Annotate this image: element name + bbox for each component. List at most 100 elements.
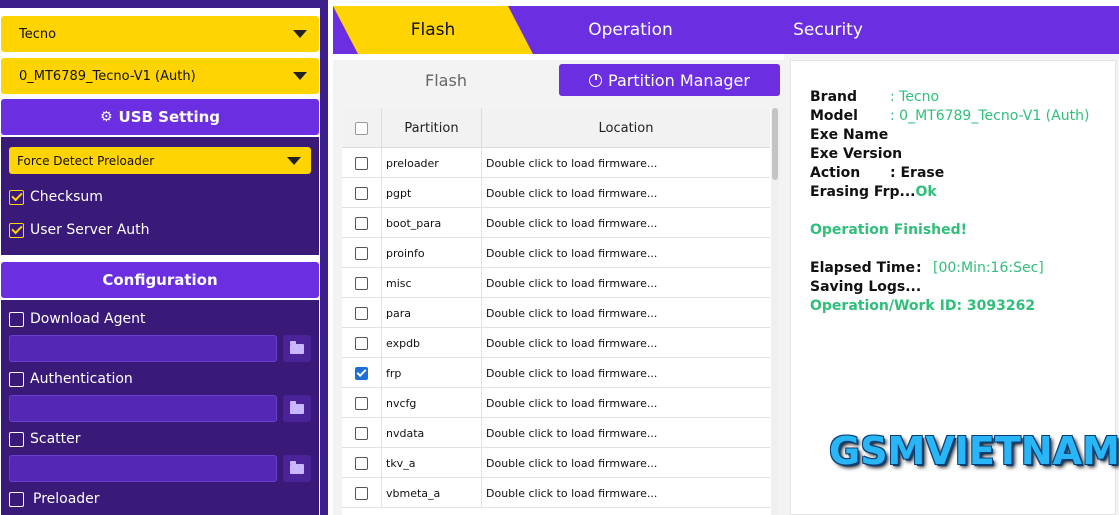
log-model-key: Model [810, 108, 858, 124]
location-cell[interactable]: Double click to load firmware... [482, 358, 770, 388]
log-elapsed-value: [00:Min:16:Sec] [933, 260, 1044, 276]
partition-name-cell: pgpt [382, 178, 482, 208]
model-select[interactable]: 0_MT6789_Tecno-V1 (Auth) [1, 58, 319, 94]
table-row[interactable]: frp Double click to load firmware... [342, 358, 770, 388]
partition-name-cell: para [382, 298, 482, 328]
brand-select[interactable]: Tecno [1, 16, 319, 52]
table-row[interactable]: nvcfg Double click to load firmware... [342, 388, 770, 418]
scatter-option[interactable]: Scatter [9, 431, 81, 447]
row-checkbox[interactable] [355, 276, 368, 290]
table-header: Partition Location [342, 108, 770, 148]
location-cell[interactable]: Double click to load firmware... [482, 328, 770, 358]
configuration-header: Configuration [1, 262, 319, 298]
scatter-path-input[interactable] [9, 455, 277, 482]
table-row[interactable]: expdb Double click to load firmware... [342, 328, 770, 358]
column-header-partition-label: Partition [404, 120, 459, 136]
row-select-cell [342, 448, 382, 478]
tab-security[interactable]: Security [743, 6, 913, 54]
partition-name-cell: proinfo [382, 238, 482, 268]
log-elapsed-separator: : [916, 260, 922, 276]
preloader-checkbox[interactable] [9, 491, 24, 507]
subtab-flash[interactable]: Flash [333, 64, 559, 96]
row-checkbox[interactable] [355, 486, 368, 500]
log-brand-value: : Tecno [890, 89, 940, 105]
table-row[interactable]: pgpt Double click to load firmware... [342, 178, 770, 208]
row-select-cell [342, 208, 382, 238]
column-header-partition[interactable]: Partition [382, 108, 482, 148]
detect-mode-select[interactable]: Force Detect Preloader [9, 147, 311, 174]
subtab-partition-manager[interactable]: Partition Manager [559, 64, 780, 96]
log-model-value: : 0_MT6789_Tecno-V1 (Auth) [890, 108, 1090, 124]
tab-operation-label: Operation [588, 20, 673, 40]
preloader-option[interactable]: Preloader [9, 491, 100, 507]
row-checkbox[interactable] [355, 426, 368, 440]
chevron-down-icon [293, 30, 307, 38]
table-row[interactable]: misc Double click to load firmware... [342, 268, 770, 298]
vertical-scrollbar[interactable] [771, 108, 779, 515]
partition-name-cell: tkv_a [382, 448, 482, 478]
row-checkbox[interactable] [355, 186, 368, 200]
chevron-down-icon [287, 157, 301, 165]
log-erasing-key: Erasing Frp... [810, 184, 916, 200]
location-cell[interactable]: Double click to load firmware... [482, 148, 770, 178]
row-checkbox[interactable] [355, 216, 368, 230]
row-select-cell [342, 268, 382, 298]
log-brand-line: Brand: Tecno [810, 89, 939, 105]
log-panel-wrapper: Brand: Tecno Model : 0_MT6789_Tecno-V1 (A… [784, 54, 1119, 515]
row-checkbox[interactable] [355, 396, 368, 410]
select-all-checkbox[interactable] [355, 121, 368, 135]
location-cell[interactable]: Double click to load firmware... [482, 448, 770, 478]
row-checkbox[interactable] [355, 366, 368, 380]
table-row[interactable]: nvdata Double click to load firmware... [342, 418, 770, 448]
authentication-option[interactable]: Authentication [9, 371, 133, 387]
column-header-location[interactable]: Location [482, 108, 770, 148]
tab-flash[interactable]: Flash [333, 6, 533, 54]
partition-name-cell: misc [382, 268, 482, 298]
table-row[interactable]: para Double click to load firmware... [342, 298, 770, 328]
checksum-option[interactable]: Checksum [9, 189, 103, 205]
location-cell[interactable]: Double click to load firmware... [482, 298, 770, 328]
row-checkbox[interactable] [355, 246, 368, 260]
table-row[interactable]: preloader Double click to load firmware..… [342, 148, 770, 178]
tab-operation[interactable]: Operation [543, 6, 718, 54]
row-select-cell [342, 328, 382, 358]
authentication-browse-button[interactable] [283, 395, 311, 422]
row-checkbox[interactable] [355, 156, 368, 170]
authentication-checkbox[interactable] [9, 371, 24, 387]
scrollbar-thumb[interactable] [772, 108, 778, 180]
user-server-auth-label: User Server Auth [30, 222, 150, 238]
row-select-cell [342, 478, 382, 508]
partition-name-cell: nvdata [382, 418, 482, 448]
location-cell[interactable]: Double click to load firmware... [482, 238, 770, 268]
folder-icon [290, 460, 304, 474]
row-select-cell [342, 388, 382, 418]
user-server-auth-checkbox[interactable] [9, 222, 24, 238]
log-exe-name-line: Exe Name [810, 127, 890, 143]
table-row[interactable]: vbmeta_a Double click to load firmware... [342, 478, 770, 508]
download-agent-option[interactable]: Download Agent [9, 311, 145, 327]
download-agent-checkbox[interactable] [9, 311, 24, 327]
table-row[interactable]: tkv_a Double click to load firmware... [342, 448, 770, 478]
location-cell[interactable]: Double click to load firmware... [482, 388, 770, 418]
location-cell[interactable]: Double click to load firmware... [482, 268, 770, 298]
user-server-auth-option[interactable]: User Server Auth [9, 222, 150, 238]
download-agent-label: Download Agent [30, 311, 146, 327]
checksum-checkbox[interactable] [9, 189, 24, 205]
detect-mode-value: Force Detect Preloader [17, 153, 155, 168]
row-checkbox[interactable] [355, 456, 368, 470]
location-cell[interactable]: Double click to load firmware... [482, 478, 770, 508]
download-agent-path-input[interactable] [9, 335, 277, 362]
authentication-path-input[interactable] [9, 395, 277, 422]
location-cell[interactable]: Double click to load firmware... [482, 208, 770, 238]
row-checkbox[interactable] [355, 306, 368, 320]
table-row[interactable]: proinfo Double click to load firmware... [342, 238, 770, 268]
scatter-checkbox[interactable] [9, 431, 24, 447]
table-row[interactable]: boot_para Double click to load firmware..… [342, 208, 770, 238]
preloader-label: Preloader [33, 491, 100, 507]
location-cell[interactable]: Double click to load firmware... [482, 418, 770, 448]
download-agent-browse-button[interactable] [283, 335, 311, 362]
log-erasing-line: Erasing Frp...Ok [810, 184, 937, 200]
row-checkbox[interactable] [355, 336, 368, 350]
location-cell[interactable]: Double click to load firmware... [482, 178, 770, 208]
scatter-browse-button[interactable] [283, 455, 311, 482]
